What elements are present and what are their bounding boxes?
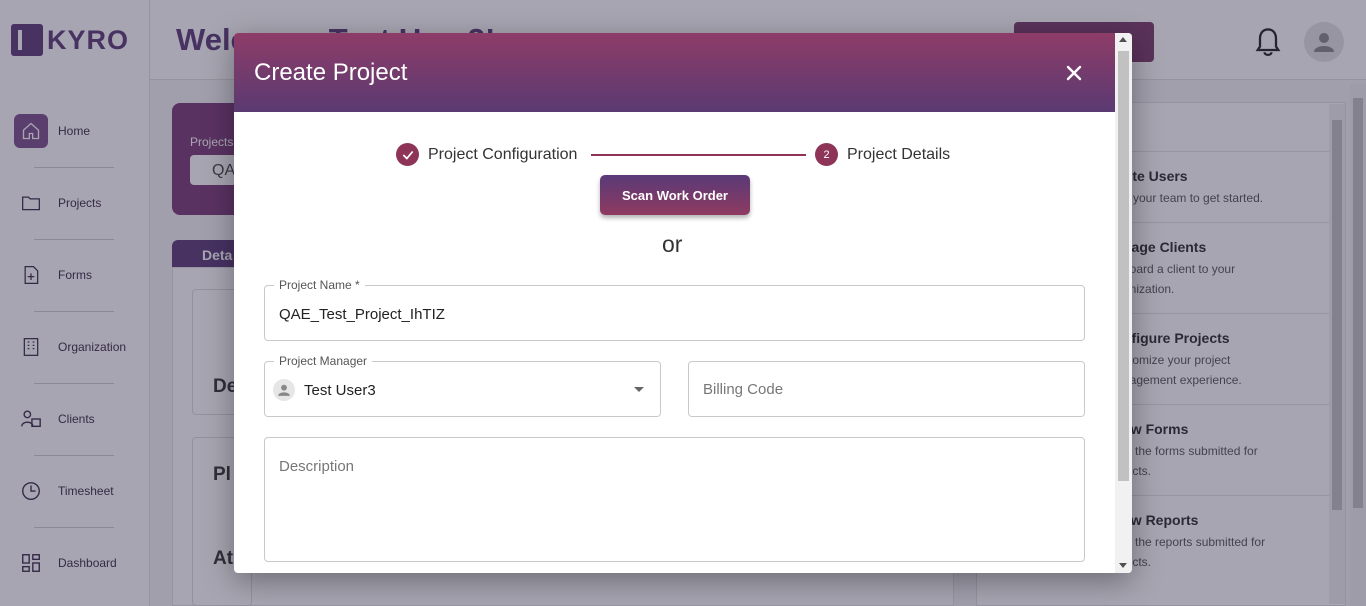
stepper-connector	[591, 154, 806, 156]
dialog-scrollbar[interactable]	[1115, 33, 1132, 573]
dialog-header: Create Project	[234, 33, 1115, 112]
description-textarea[interactable]: Description	[279, 458, 354, 475]
project-manager-label: Project Manager	[274, 354, 373, 368]
scroll-up-icon[interactable]	[1119, 37, 1127, 42]
step-project-configuration[interactable]: Project Configuration	[396, 143, 577, 166]
project-name-field[interactable]: Project Name * QAE_Test_Project_IhTIZ	[264, 278, 1085, 341]
description-field[interactable]: Description	[264, 437, 1085, 562]
scroll-down-icon[interactable]	[1119, 563, 1127, 568]
or-divider-text: or	[662, 231, 683, 257]
dialog-title: Create Project	[254, 59, 408, 86]
step-number: 2	[815, 143, 838, 166]
step-label: Project Configuration	[428, 145, 578, 163]
step-label: Project Details	[847, 145, 951, 163]
scrollbar-thumb[interactable]	[1118, 51, 1129, 481]
chevron-down-icon[interactable]	[634, 387, 644, 392]
billing-code-input[interactable]: Billing Code	[703, 381, 783, 398]
project-name-input[interactable]: QAE_Test_Project_IhTIZ	[279, 306, 445, 323]
check-icon	[396, 143, 419, 166]
scan-work-order-button[interactable]: Scan Work Order	[600, 175, 750, 215]
person-icon	[273, 379, 295, 401]
step-project-details[interactable]: 2 Project Details	[815, 143, 950, 166]
project-manager-select[interactable]: Project Manager Test User3	[264, 354, 661, 417]
project-manager-value: Test User3	[304, 382, 376, 399]
create-project-dialog: Create Project Project Configuration 2 P…	[234, 33, 1132, 573]
project-name-label: Project Name *	[274, 278, 365, 292]
billing-code-field[interactable]: Billing Code	[688, 361, 1085, 417]
close-icon[interactable]	[1062, 61, 1086, 85]
